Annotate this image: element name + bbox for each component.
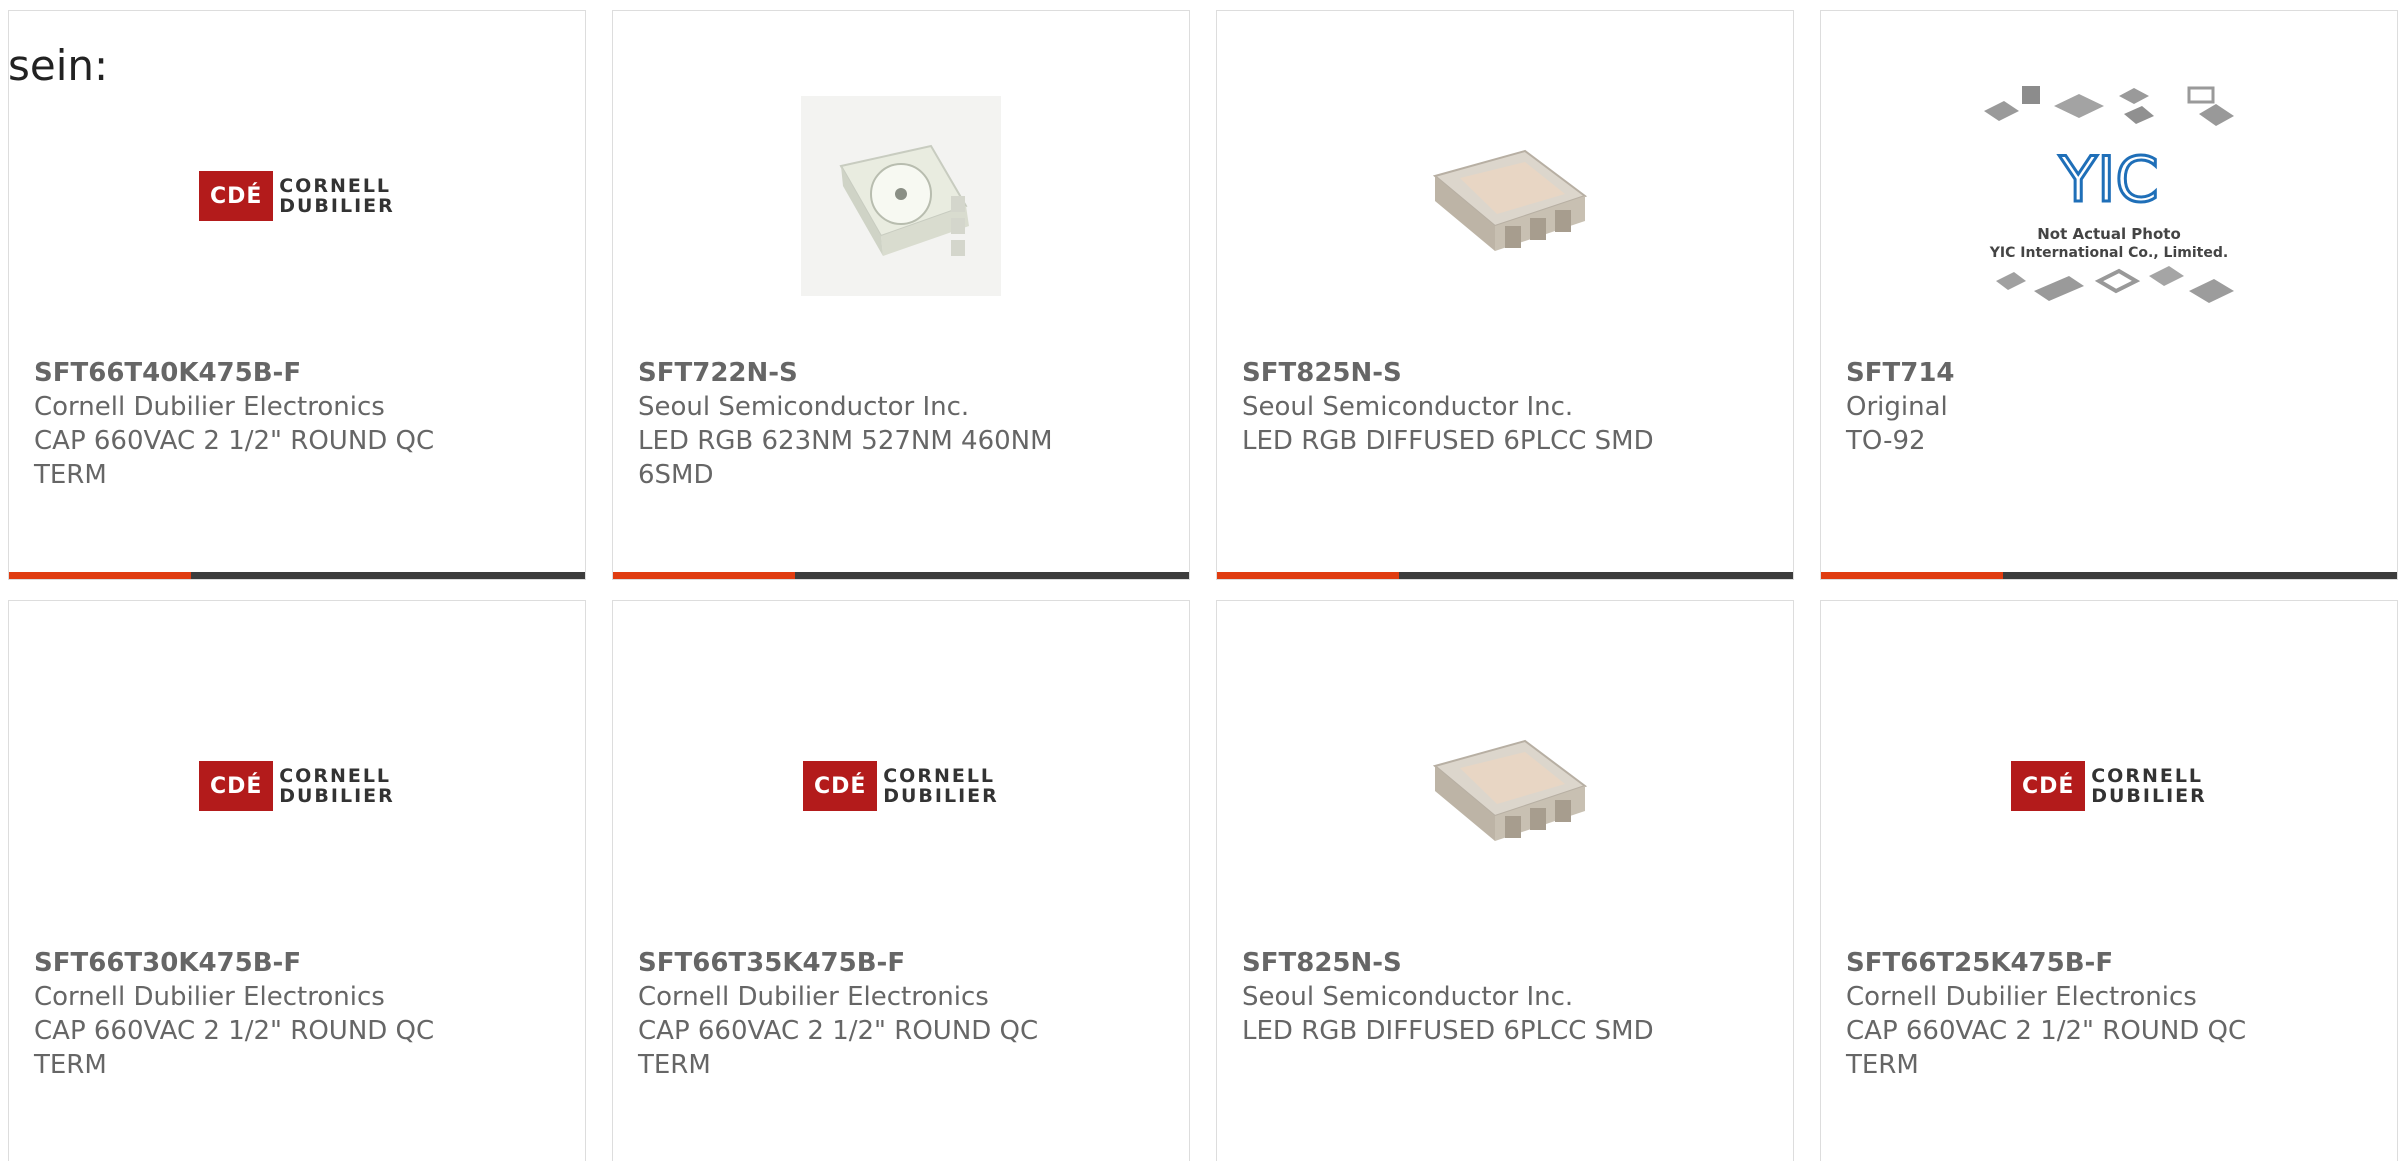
manufacturer: Cornell Dubilier Electronics [34,392,385,422]
manufacturer: Seoul Semiconductor Inc. [1242,392,1574,422]
card-footer-bar [9,572,585,579]
description: CAP 660VAC 2 1/2" ROUND QC TERM [638,1016,1039,1080]
product-info: SFT722N-S Seoul Semiconductor Inc. LED R… [638,356,1058,492]
product-card[interactable]: CDÉ CORNELL DUBILIER SFT66T30K475B-F Cor… [8,600,586,1161]
product-image[interactable]: CDÉ CORNELL DUBILIER [9,71,585,321]
product-grid-row-2: CDÉ CORNELL DUBILIER SFT66T30K475B-F Cor… [8,600,2400,1161]
product-card[interactable]: SFT722N-S Seoul Semiconductor Inc. LED R… [612,10,1190,580]
cde-logo-icon: CDÉ CORNELL DUBILIER [2011,761,2207,811]
product-info: SFT66T30K475B-F Cornell Dubilier Electro… [34,946,454,1082]
manufacturer: Cornell Dubilier Electronics [1846,982,2197,1012]
manufacturer: Original [1846,392,1948,422]
card-footer-bar [613,572,1189,579]
manufacturer: Seoul Semiconductor Inc. [1242,982,1574,1012]
yic-caption-2: YIC International Co., Limited. [1989,245,2228,261]
svg-text:YIC: YIC [2058,143,2158,216]
part-number-link[interactable]: SFT714 [1846,356,2266,390]
description: LED RGB DIFFUSED 6PLCC SMD [1242,426,1654,456]
product-grid: CDÉ CORNELL DUBILIER SFT66T40K475B-F Cor… [8,10,2400,580]
yic-caption-1: Not Actual Photo [2037,225,2181,243]
manufacturer: Seoul Semiconductor Inc. [638,392,970,422]
product-image[interactable]: CDÉ CORNELL DUBILIER [613,661,1189,911]
manufacturer: Cornell Dubilier Electronics [34,982,385,1012]
led-smd-white-icon [801,96,1001,296]
description: CAP 660VAC 2 1/2" ROUND QC TERM [34,1016,435,1080]
intro-text: sein: [8,41,109,90]
led-smd-diffused-icon [1432,739,1588,841]
part-number-link[interactable]: SFT66T25K475B-F [1846,946,2266,980]
part-number-link[interactable]: SFT66T40K475B-F [34,356,454,390]
card-footer-bar [1821,572,2397,579]
product-info: SFT714 Original TO-92 [1846,356,2266,458]
part-number-link[interactable]: SFT722N-S [638,356,1058,390]
part-number-link[interactable]: SFT66T35K475B-F [638,946,1058,980]
product-card[interactable]: SFT825N-S Seoul Semiconductor Inc. LED R… [1216,10,1794,580]
product-info: SFT825N-S Seoul Semiconductor Inc. LED R… [1242,946,1662,1048]
description: LED RGB DIFFUSED 6PLCC SMD [1242,1016,1654,1046]
product-card[interactable]: CDÉ CORNELL DUBILIER SFT66T25K475B-F Cor… [1820,600,2398,1161]
yic-placeholder-icon: YIC Not Actual Photo YIC International C… [1984,86,2234,303]
product-card[interactable]: YIC Not Actual Photo YIC International C… [1820,10,2398,580]
product-card[interactable]: CDÉ CORNELL DUBILIER SFT66T35K475B-F Cor… [612,600,1190,1161]
product-image[interactable] [1217,71,1793,321]
cde-logo-icon: CDÉ CORNELL DUBILIER [199,171,395,221]
cde-logo-icon: CDÉ CORNELL DUBILIER [199,761,395,811]
product-info: SFT66T35K475B-F Cornell Dubilier Electro… [638,946,1058,1082]
product-image[interactable]: CDÉ CORNELL DUBILIER [1821,661,2397,911]
product-image[interactable]: CDÉ CORNELL DUBILIER [9,661,585,911]
product-info: SFT825N-S Seoul Semiconductor Inc. LED R… [1242,356,1662,458]
cde-logo-icon: CDÉ CORNELL DUBILIER [803,761,999,811]
product-image[interactable] [1217,661,1793,911]
part-number-link[interactable]: SFT825N-S [1242,946,1662,980]
product-image[interactable] [613,71,1189,321]
product-card[interactable]: SFT825N-S Seoul Semiconductor Inc. LED R… [1216,600,1794,1161]
description: CAP 660VAC 2 1/2" ROUND QC TERM [1846,1016,2247,1080]
description: CAP 660VAC 2 1/2" ROUND QC TERM [34,426,435,490]
led-smd-diffused-icon [1432,149,1588,251]
product-info: SFT66T25K475B-F Cornell Dubilier Electro… [1846,946,2266,1082]
description: LED RGB 623NM 527NM 460NM 6SMD [638,426,1053,490]
part-number-link[interactable]: SFT66T30K475B-F [34,946,454,980]
product-info: SFT66T40K475B-F Cornell Dubilier Electro… [34,356,454,492]
product-listing-page: sein: CDÉ CORNELL DUBILIER SFT66T40K475B… [0,0,2400,1161]
card-footer-bar [1217,572,1793,579]
manufacturer: Cornell Dubilier Electronics [638,982,989,1012]
description: TO-92 [1846,426,1926,456]
product-image[interactable]: YIC Not Actual Photo YIC International C… [1821,71,2397,321]
part-number-link[interactable]: SFT825N-S [1242,356,1662,390]
